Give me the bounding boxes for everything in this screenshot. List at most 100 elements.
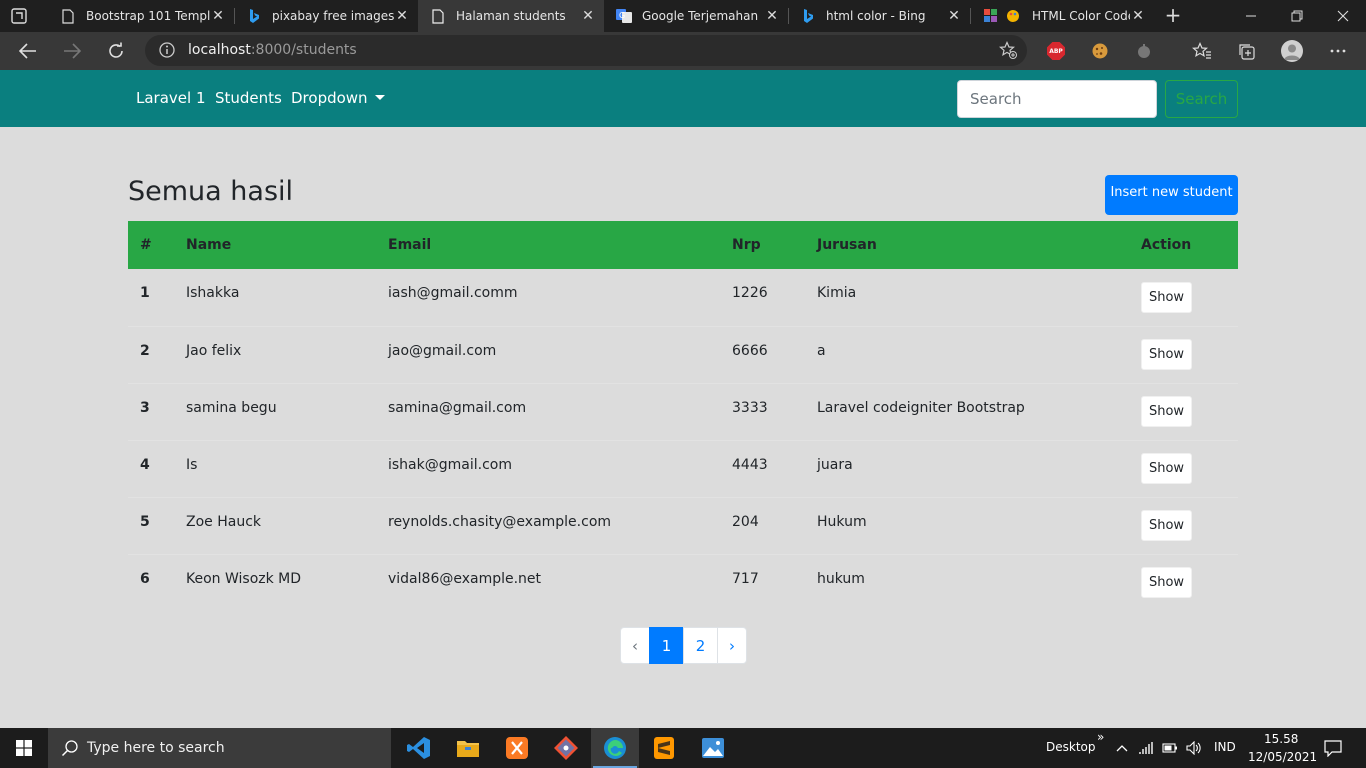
cell-nrp: 204 bbox=[732, 513, 759, 530]
column-header-jurusan: Jurusan bbox=[817, 237, 877, 253]
git-icon[interactable] bbox=[542, 728, 590, 768]
taskbar-search-box[interactable]: Type here to search bbox=[48, 728, 391, 768]
desktop-toolbar-label[interactable]: Desktop bbox=[1046, 740, 1096, 754]
pagination-next[interactable]: › bbox=[717, 627, 747, 664]
back-arrow-icon[interactable] bbox=[16, 39, 40, 63]
close-icon[interactable]: ✕ bbox=[1130, 8, 1146, 24]
nav-dropdown[interactable]: Dropdown bbox=[291, 89, 385, 107]
column-header-number: # bbox=[140, 237, 152, 253]
cookie-icon[interactable] bbox=[1090, 41, 1110, 61]
pagination-page-2[interactable]: 2 bbox=[683, 627, 718, 664]
cell-number: 2 bbox=[140, 342, 150, 359]
new-tab-icon[interactable]: + bbox=[1162, 4, 1184, 26]
close-icon[interactable]: ✕ bbox=[394, 8, 410, 24]
refresh-icon[interactable] bbox=[104, 39, 128, 63]
show-button[interactable]: Show bbox=[1141, 567, 1192, 599]
battery-icon[interactable] bbox=[1162, 740, 1178, 756]
clock-time[interactable]: 15.58 bbox=[1264, 732, 1298, 746]
more-options-icon[interactable] bbox=[1328, 41, 1348, 61]
cell-email: jao@gmail.com bbox=[388, 342, 497, 359]
file-explorer-icon[interactable] bbox=[444, 728, 492, 768]
extension-icon[interactable] bbox=[1134, 41, 1154, 61]
table-row: 3 samina begu samina@gmail.com 3333 Lara… bbox=[128, 383, 1238, 440]
minimize-icon[interactable] bbox=[1228, 0, 1274, 32]
adblock-plus-icon[interactable]: ABP bbox=[1046, 41, 1066, 61]
address-bar[interactable]: localhost:8000/students bbox=[145, 35, 1027, 66]
show-button[interactable]: Show bbox=[1141, 453, 1192, 484]
tab-html-color-bing[interactable]: html color - Bing ✕ bbox=[788, 0, 970, 32]
xampp-icon[interactable] bbox=[493, 728, 541, 768]
cell-number: 6 bbox=[140, 570, 150, 587]
notifications-icon[interactable] bbox=[1324, 739, 1342, 757]
cell-email: reynolds.chasity@example.com bbox=[388, 513, 612, 530]
desktop-expand-icon[interactable]: » bbox=[1097, 730, 1104, 744]
pagination-prev[interactable]: ‹ bbox=[620, 627, 650, 664]
cell-number: 5 bbox=[140, 513, 150, 530]
tab-html-color-codes[interactable]: HTML Color Codes ✕ bbox=[970, 0, 1154, 32]
network-icon[interactable] bbox=[1139, 740, 1155, 756]
cell-email: vidal86@example.net bbox=[388, 570, 542, 587]
cell-nrp: 1226 bbox=[732, 285, 768, 302]
pagination-page-1[interactable]: 1 bbox=[649, 627, 684, 664]
tab-google-terjemahan[interactable]: G Google Terjemahan ✕ bbox=[604, 0, 788, 32]
pagination: ‹ 1 2 › bbox=[620, 627, 747, 664]
taskbar-search-placeholder: Type here to search bbox=[87, 740, 225, 756]
tab-title: pixabay free images - I bbox=[272, 9, 394, 23]
volume-icon[interactable] bbox=[1186, 740, 1202, 756]
tab-bootstrap[interactable]: Bootstrap 101 Templat ✕ bbox=[48, 0, 234, 32]
profile-avatar[interactable] bbox=[1281, 40, 1303, 62]
insert-new-student-button[interactable]: Insert new student bbox=[1105, 175, 1238, 215]
column-header-name: Name bbox=[186, 237, 232, 253]
url-path: :8000/students bbox=[250, 42, 357, 58]
show-button[interactable]: Show bbox=[1141, 510, 1192, 541]
restore-icon[interactable] bbox=[1274, 0, 1320, 32]
show-button[interactable]: Show bbox=[1141, 396, 1192, 427]
vscode-icon[interactable] bbox=[395, 728, 443, 768]
cell-nrp: 3333 bbox=[732, 399, 768, 416]
show-button[interactable]: Show bbox=[1141, 281, 1192, 313]
search-input[interactable] bbox=[957, 80, 1157, 118]
navbar-brand[interactable]: Laravel 1 bbox=[136, 89, 206, 107]
cell-name: Is bbox=[186, 456, 198, 473]
page-icon bbox=[430, 8, 446, 24]
show-button[interactable]: Show bbox=[1141, 339, 1192, 370]
cell-name: samina begu bbox=[186, 399, 277, 416]
tab-actions-icon[interactable] bbox=[10, 7, 28, 25]
add-favorite-icon[interactable] bbox=[998, 41, 1017, 59]
photos-icon[interactable] bbox=[689, 728, 737, 768]
cell-name: Zoe Hauck bbox=[186, 513, 262, 530]
cell-jurusan: Kimia bbox=[817, 285, 857, 302]
edge-browser-icon[interactable] bbox=[591, 728, 639, 768]
cell-email: samina@gmail.com bbox=[388, 399, 527, 416]
windows-taskbar: Type here to search Desktop » IND 15.58 … bbox=[0, 728, 1366, 768]
info-icon[interactable] bbox=[159, 42, 175, 58]
close-icon[interactable]: ✕ bbox=[764, 8, 780, 24]
collections-icon[interactable] bbox=[1236, 41, 1256, 61]
sublime-text-icon[interactable] bbox=[640, 728, 688, 768]
clock-date[interactable]: 12/05/2021 bbox=[1248, 750, 1317, 764]
windows-start-icon[interactable] bbox=[0, 728, 48, 768]
tab-pixabay[interactable]: pixabay free images - I ✕ bbox=[234, 0, 418, 32]
table-row: 6 Keon Wisozk MD vidal86@example.net 717… bbox=[128, 554, 1238, 611]
close-icon[interactable]: ✕ bbox=[210, 8, 226, 24]
chevron-up-icon[interactable] bbox=[1114, 740, 1130, 756]
input-language-indicator[interactable]: IND bbox=[1214, 740, 1236, 754]
browser-tab-bar: Bootstrap 101 Templat ✕ pixabay free ima… bbox=[0, 0, 1366, 32]
column-header-action: Action bbox=[1141, 237, 1192, 253]
tab-halaman-students[interactable]: Halaman students ✕ bbox=[418, 0, 604, 32]
search-button[interactable]: Search bbox=[1165, 80, 1238, 118]
page-title: Semua hasil bbox=[128, 176, 294, 207]
cell-name: Keon Wisozk MD bbox=[186, 570, 302, 587]
table-row: 5 Zoe Hauck reynolds.chasity@example.com… bbox=[128, 497, 1238, 554]
table-row: 1 Ishakka iash@gmail.comm 1226 Kimia Sho… bbox=[128, 269, 1238, 326]
cell-nrp: 6666 bbox=[732, 342, 768, 359]
close-window-icon[interactable] bbox=[1320, 0, 1366, 32]
nav-link-students[interactable]: Students bbox=[215, 89, 282, 107]
cell-email: ishak@gmail.com bbox=[388, 456, 512, 473]
tab-title: Bootstrap 101 Templat bbox=[86, 9, 210, 23]
close-icon[interactable]: ✕ bbox=[946, 8, 962, 24]
close-icon[interactable]: ✕ bbox=[580, 8, 596, 24]
forward-arrow-icon[interactable] bbox=[60, 39, 84, 63]
favorites-icon[interactable] bbox=[1192, 41, 1212, 61]
nav-dropdown-label: Dropdown bbox=[291, 89, 368, 107]
